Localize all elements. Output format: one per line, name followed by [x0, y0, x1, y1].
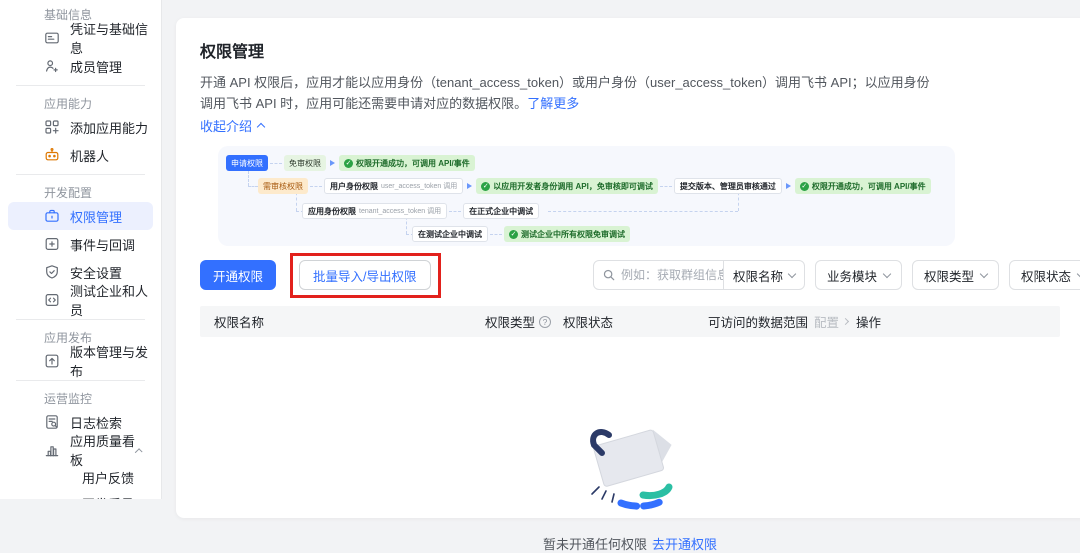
log-search-icon — [46, 415, 58, 429]
flow-node-success: ✓ 权限开通成功，可调用 API/事件 — [339, 155, 475, 171]
open-permission-button[interactable]: 开通权限 — [200, 260, 277, 290]
check-icon: ✓ — [799, 181, 809, 191]
column-permission-type: 权限类型 ? — [485, 312, 563, 331]
sidebar-group-app-capability: 应用能力 — [44, 97, 93, 111]
sidebar-group-ops-monitor: 运营监控 — [44, 392, 93, 406]
flow-node-formal-debug: 在正式企业中调试 — [463, 203, 540, 219]
chevron-right-icon — [841, 317, 850, 326]
sidebar-item-label: 成员管理 — [70, 59, 123, 75]
sidebar: 基础信息 凭证与基础信息 成员管理 应用能力 添加应用能力 机器人 开发配置 权… — [0, 0, 162, 499]
flow-node-tenant-permission: 应用身份权限 tenant_access_token 调用 — [302, 203, 448, 219]
sidebar-item-label: 版本管理与发布 — [70, 345, 149, 379]
sidebar-item-version-release[interactable]: 版本管理与发布 — [8, 345, 153, 379]
filter-permission-type[interactable]: 权限类型 — [911, 260, 999, 290]
check-icon: ✓ — [344, 158, 353, 168]
sidebar-divider — [16, 319, 145, 320]
code-box-icon — [45, 293, 59, 307]
empty-state-text: 暂未开通任何权限 去开通权限 — [542, 537, 718, 552]
page-description-line2: 调用飞书 API 时，应用可能还需要申请对应的数据权限。了解更多 — [200, 96, 580, 111]
flow-node-review-required: 需审核权限 — [258, 178, 308, 194]
sidebar-subitem-dev-quality[interactable]: 开发质量 — [8, 490, 153, 500]
collapse-intro-link[interactable]: 收起介绍 — [200, 116, 266, 135]
scope-config-link[interactable]: 配置 — [814, 312, 850, 331]
flow-node-dev-debug: ✓ 以应用开发者身份调用 API，免审核即可调试 — [476, 178, 658, 194]
flow-connector — [548, 211, 738, 212]
sidebar-item-permissions[interactable]: 权限管理 — [8, 202, 153, 230]
column-permission-name: 权限名称 — [214, 316, 265, 330]
sidebar-item-label: 测试企业和人员 — [70, 284, 149, 318]
sidebar-item-label: 事件与回调 — [70, 237, 136, 253]
toolbar: 开通权限 批量导入/导出权限 权限名称 业务模块 权限类型 — [200, 253, 1080, 298]
flow-arrow-icon — [330, 160, 335, 166]
learn-more-link[interactable]: 了解更多 — [527, 96, 579, 111]
sidebar-item-label: 权限管理 — [70, 209, 123, 225]
sidebar-item-label: 应用质量看板 — [70, 434, 136, 468]
sidebar-item-test-company[interactable]: 测试企业和人员 — [8, 284, 153, 318]
column-permission-status: 权限状态 — [563, 316, 614, 330]
robot-icon — [45, 148, 59, 161]
flow-arrow-icon — [785, 183, 791, 189]
sidebar-divider — [16, 380, 145, 381]
flow-node-success2: ✓ 权限开通成功，可调用 API/事件 — [794, 178, 931, 194]
bar-chart-icon — [45, 446, 59, 457]
column-action: 操作 — [856, 316, 882, 330]
chevron-down-icon — [979, 269, 989, 278]
sidebar-divider — [16, 85, 145, 86]
permission-flow-diagram: 申请权限 免审权限 ✓ 权限开通成功，可调用 API/事件 需审核权限 用户身份权… — [218, 146, 955, 246]
main-panel: 权限管理 开通 API 权限后，应用才能以应用身份（tenant_access_… — [176, 18, 1080, 552]
event-callback-icon — [45, 237, 59, 251]
flow-node-user-permission: 用户身份权限 user_access_token 调用 — [324, 178, 464, 194]
sidebar-item-add-capability[interactable]: 添加应用能力 — [8, 113, 153, 141]
column-data-scope: 可访问的数据范围 配置 — [708, 312, 856, 331]
sidebar-subitem-label: 开发质量 — [82, 494, 134, 500]
sidebar-item-events[interactable]: 事件与回调 — [8, 230, 153, 258]
flow-connector — [248, 171, 249, 186]
sidebar-item-label: 凭证与基础信息 — [70, 22, 149, 56]
briefcase-icon — [45, 209, 59, 222]
sidebar-item-label: 机器人 — [70, 148, 110, 164]
member-add-icon — [46, 60, 58, 73]
sidebar-item-label: 添加应用能力 — [70, 120, 149, 136]
empty-box-illustration — [590, 429, 673, 510]
check-icon: ✓ — [481, 181, 491, 191]
id-card-icon — [45, 32, 59, 44]
apps-grid-icon — [45, 120, 59, 134]
sidebar-subitem-label: 用户反馈 — [82, 470, 135, 486]
page-description-line1: 开通 API 权限后，应用才能以应用身份（tenant_access_token… — [200, 75, 930, 90]
flow-node-test-free: ✓ 测试企业中所有权限免审调试 — [504, 226, 630, 242]
chevron-down-icon — [787, 269, 797, 278]
chevron-up-icon — [256, 122, 266, 132]
filter-business-module[interactable]: 业务模块 — [814, 260, 902, 290]
sidebar-item-credentials[interactable]: 凭证与基础信息 — [8, 22, 153, 56]
search-type-select[interactable]: 权限名称 — [724, 266, 804, 285]
sidebar-item-label: 日志检索 — [70, 415, 123, 431]
flow-node-test-debug: 在测试企业中调试 — [412, 226, 488, 242]
sidebar-item-quality-dashboard[interactable]: 应用质量看板 — [8, 434, 153, 468]
search-input[interactable] — [620, 268, 723, 282]
flow-node-no-review: 免审权限 — [284, 155, 326, 171]
sidebar-divider — [16, 174, 145, 175]
flow-node-submit-review: 提交版本、管理员审核通过 — [673, 178, 782, 194]
help-icon[interactable]: ? — [539, 315, 552, 328]
flow-node-apply[interactable]: 申请权限 — [226, 155, 268, 171]
flow-connector — [248, 186, 258, 187]
sidebar-item-bot[interactable]: 机器人 — [8, 141, 153, 169]
batch-import-export-button[interactable]: 批量导入/导出权限 — [299, 260, 431, 290]
filter-permission-status[interactable]: 权限状态 — [1008, 260, 1080, 290]
flow-arrow-icon — [467, 183, 473, 189]
page-title: 权限管理 — [200, 44, 265, 61]
search-box: 权限名称 — [592, 260, 805, 290]
check-icon: ✓ — [509, 229, 518, 239]
release-up-icon — [45, 354, 59, 368]
sidebar-group-dev-config: 开发配置 — [44, 186, 93, 200]
table-header: 权限名称 权限类型 ? 权限状态 可访问的数据范围 配置 操作 — [200, 306, 1060, 337]
empty-state: 暂未开通任何权限 去开通权限 — [200, 421, 1060, 553]
chevron-down-icon — [882, 269, 892, 278]
search-icon — [603, 269, 615, 281]
shield-check-icon — [46, 265, 58, 279]
go-open-permission-link[interactable]: 去开通权限 — [652, 537, 717, 552]
sidebar-item-label: 安全设置 — [70, 265, 123, 281]
